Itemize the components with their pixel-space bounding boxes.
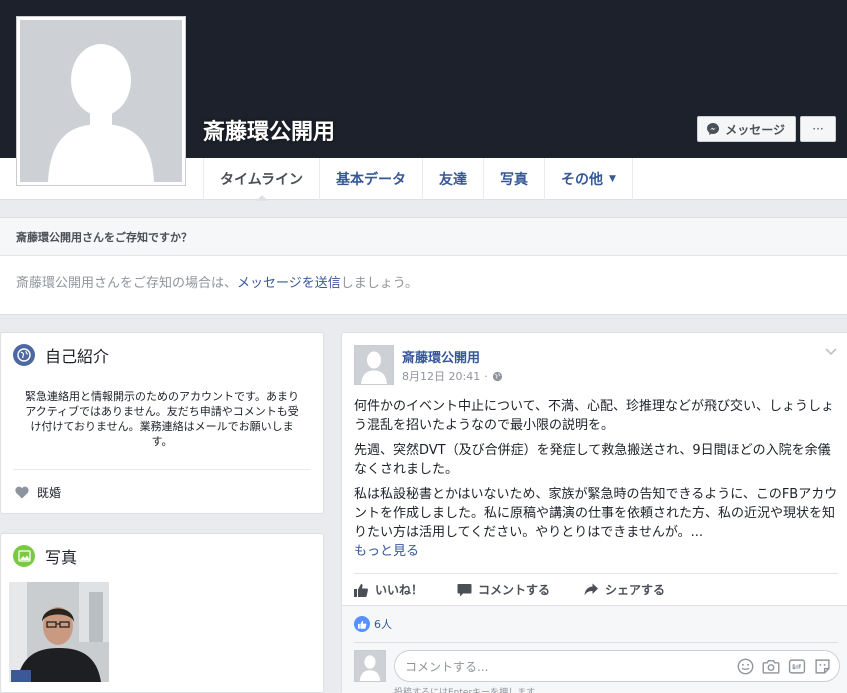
default-avatar-silhouette-icon: [355, 651, 385, 681]
post-actions: いいね！ コメントする シェアする: [354, 573, 838, 605]
send-message-link[interactable]: メッセージを送信: [237, 276, 341, 291]
photos-title[interactable]: 写真: [45, 544, 77, 568]
person-photo: [9, 582, 109, 682]
see-more-link[interactable]: もっと見る: [354, 542, 842, 561]
comment-hint: 投稿するにはEnterキーを押します。: [394, 688, 544, 693]
share-arrow-icon: [584, 583, 599, 596]
tab-more[interactable]: その他 ▼: [544, 158, 633, 200]
gif-icon[interactable]: [788, 658, 806, 675]
default-avatar-silhouette-icon: [20, 20, 182, 182]
tab-about[interactable]: 基本データ: [319, 158, 422, 200]
intro-bio: 緊急連絡用と情報開示のためのアカウントです。あまりアクティブではありません。友だ…: [25, 390, 299, 448]
profile-name[interactable]: 斎藤環公開用: [203, 114, 335, 146]
like-button[interactable]: いいね！: [354, 581, 423, 598]
likes-count: 6人: [374, 618, 392, 631]
tab-photos[interactable]: 写真: [483, 158, 544, 200]
messenger-icon: [707, 123, 720, 135]
post-author-name[interactable]: 斎藤環公開用: [402, 347, 480, 366]
likes-summary[interactable]: 6人: [354, 616, 392, 632]
tab-timeline[interactable]: タイムライン: [203, 158, 319, 201]
post-timestamp[interactable]: 8月12日 20:41: [402, 368, 480, 384]
comment-input[interactable]: コメントする...: [394, 650, 840, 682]
post-author-avatar[interactable]: [354, 345, 394, 385]
intro-card: 自己紹介 緊急連絡用と情報開示のためのアカウントです。あまりアクティブではありま…: [0, 332, 324, 514]
post-paragraph: 私は私設秘書とかはいないため、家族が緊急時の告知できるように、このFBアカウント…: [354, 487, 838, 540]
thumbs-up-icon: [354, 583, 368, 597]
default-avatar-silhouette-icon: [355, 346, 393, 384]
like-reaction-icon: [354, 616, 370, 632]
post-paragraph: 先週、突然DVT（及び合併症）を発症して救急搬送され、9日間ほどの入院を余儀なく…: [354, 443, 831, 477]
post-meta: 8月12日 20:41 ·: [402, 368, 503, 384]
caret-down-icon: ▼: [609, 174, 616, 184]
relationship-status: 既婚: [1, 470, 323, 515]
do-you-know-title: 斎藤環公開用さんをご存知ですか？: [0, 218, 847, 256]
message-button-label: メッセージ: [725, 122, 785, 137]
do-you-know-body: 斎藤環公開用さんをご存知の場合は、メッセージを送信しましょう。: [16, 276, 418, 291]
post-options-chevron-icon[interactable]: [825, 345, 837, 359]
comment-tools: [737, 658, 831, 675]
do-you-know-box: 斎藤環公開用さんをご存知ですか？ 斎藤環公開用さんをご存知の場合は、メッセージを…: [0, 217, 847, 315]
share-button[interactable]: シェアする: [584, 581, 665, 598]
post-card: 斎藤環公開用 8月12日 20:41 · 何件かのイベント中止について、不満、心…: [341, 332, 847, 693]
profile-tabs: タイムライン 基本データ 友達 写真 その他 ▼: [203, 158, 633, 201]
photos-card: 写真: [0, 533, 324, 693]
commenter-avatar: [354, 650, 386, 682]
comment-button[interactable]: コメントする: [457, 581, 550, 598]
emoji-icon[interactable]: [737, 658, 754, 675]
comment-icon: [457, 583, 472, 596]
post-paragraph: 何件かのイベント中止について、不満、心配、珍推理などが飛び交い、しょうしょう混乱…: [354, 399, 834, 433]
globe-icon: [13, 344, 35, 366]
footer-divider: [354, 642, 838, 643]
cover-actions: メッセージ ···: [697, 116, 836, 142]
intro-title: 自己紹介: [45, 347, 110, 366]
camera-icon[interactable]: [762, 658, 780, 675]
profile-picture[interactable]: [16, 16, 186, 186]
tab-friends[interactable]: 友達: [422, 158, 483, 200]
message-button[interactable]: メッセージ: [697, 116, 796, 142]
more-options-button[interactable]: ···: [800, 116, 836, 142]
photo-thumbnail[interactable]: [9, 582, 109, 682]
globe-public-icon[interactable]: [492, 371, 503, 382]
more-options-icon: ···: [812, 122, 824, 136]
photo-icon: [13, 545, 35, 567]
post-footer: 6人 コメントする... 投稿するにはEnterキーを押します。: [342, 605, 847, 693]
heart-icon: [15, 486, 29, 499]
meta-separator: ·: [484, 369, 488, 383]
sticker-icon[interactable]: [814, 658, 831, 675]
post-body: 何件かのイベント中止について、不満、心配、珍推理などが飛び交い、しょうしょう混乱…: [354, 397, 842, 561]
